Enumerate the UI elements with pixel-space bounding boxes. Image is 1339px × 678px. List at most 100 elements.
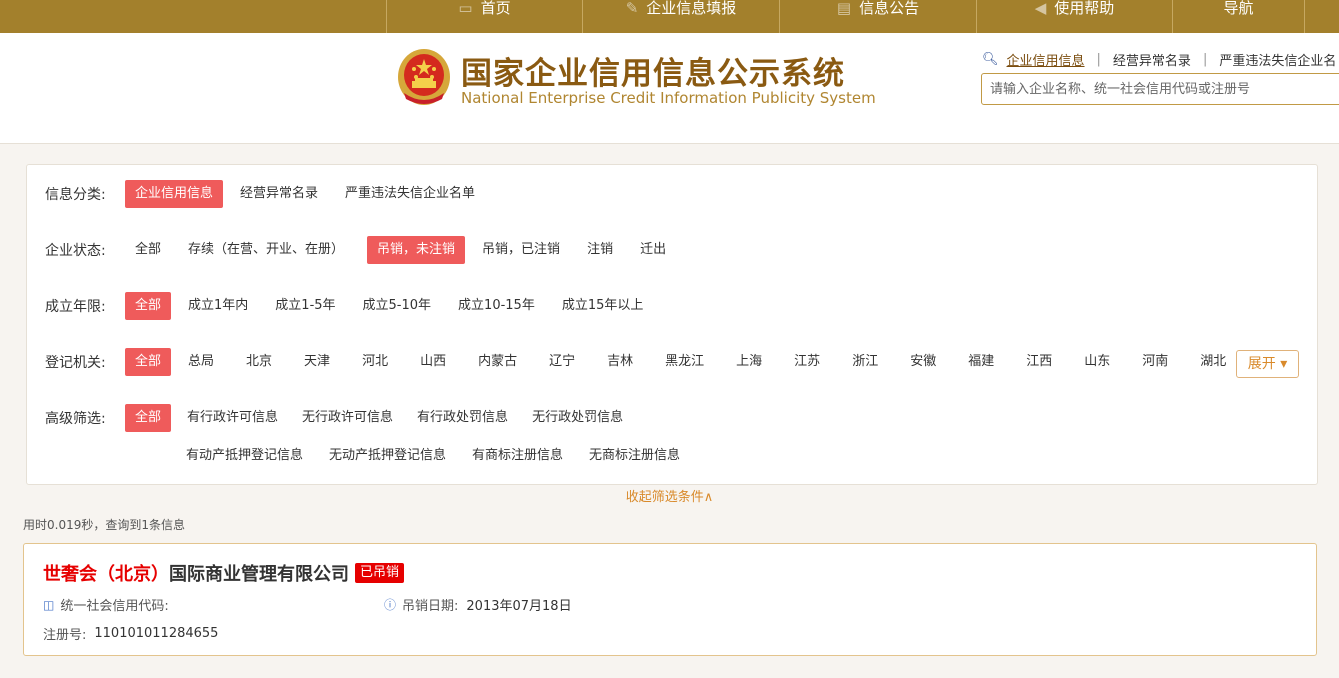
pen-icon: ✎	[625, 0, 639, 17]
site-title: 国家企业信用信息公示系统	[461, 56, 845, 92]
filter-label: 信息分类:	[45, 187, 106, 203]
filter-option[interactable]: 黑龙江	[655, 348, 714, 376]
filter-option[interactable]: 安徽	[900, 348, 946, 376]
nav-item-label: 首页	[480, 0, 511, 17]
nav-item-report[interactable]: ✎ 企业信息填报	[583, 0, 779, 33]
collapse-filters-link[interactable]: 收起筛选条件∧	[0, 486, 1339, 505]
nav-item-label: 信息公告	[859, 0, 920, 17]
filter-option[interactable]: 吊销，已注销	[472, 236, 570, 264]
search-type-blacklist[interactable]: 严重违法失信企业名	[1219, 50, 1336, 69]
filter-row-category: 信息分类: 企业信用信息 经营异常名录 严重违法失信企业名单	[45, 180, 492, 208]
reg-no-label: 注册号:	[43, 628, 87, 643]
nav-divider	[1304, 0, 1305, 33]
nav-item-help[interactable]: ◀ 使用帮助	[977, 0, 1172, 33]
filter-option[interactable]: 全部	[125, 236, 171, 264]
document-icon: ▤	[836, 0, 852, 17]
nav-item-home[interactable]: ▭ 首页	[387, 0, 582, 33]
company-name-highlight: 世奢会（北京）	[43, 564, 169, 585]
top-nav: ▭ 首页 ✎ 企业信息填报 ▤ 信息公告 ◀ 使用帮助 导航	[0, 0, 1339, 33]
filter-label: 企业状态:	[45, 243, 106, 259]
nav-item-notice[interactable]: ▤ 信息公告	[780, 0, 976, 33]
monitor-icon: ▭	[458, 0, 473, 17]
filter-option[interactable]: 成立1-5年	[265, 292, 345, 320]
revoke-date-field: ⓘ 吊销日期: 2013年07月18日	[384, 595, 572, 614]
filter-option[interactable]: 吉林	[597, 348, 643, 376]
filter-option[interactable]: 福建	[958, 348, 1004, 376]
filter-option[interactable]: 有动产抵押登记信息	[176, 442, 313, 470]
company-name[interactable]: 世奢会（北京） 国际商业管理有限公司 已吊销	[43, 560, 405, 586]
result-card[interactable]: 世奢会（北京） 国际商业管理有限公司 已吊销 ◫ 统一社会信用代码: ⓘ 吊销日…	[23, 543, 1317, 656]
filter-option[interactable]: 全部	[125, 404, 172, 432]
filter-option[interactable]: 无动产抵押登记信息	[319, 442, 456, 470]
filter-option[interactable]: 成立15年以上	[552, 292, 654, 320]
speaker-icon: ◀	[1034, 0, 1047, 17]
filter-option[interactable]: 上海	[726, 348, 772, 376]
search-type-abnormal[interactable]: 经营异常名录	[1113, 50, 1191, 69]
filter-label: 高级筛选:	[45, 411, 106, 427]
search-input[interactable]	[981, 73, 1339, 105]
reg-no-value: 110101011284655	[94, 626, 219, 641]
filter-row-advanced-2: 有动产抵押登记信息 无动产抵押登记信息 有商标注册信息 无商标注册信息	[176, 442, 697, 470]
filter-label: 成立年限:	[45, 299, 106, 315]
filter-option[interactable]: 全部	[125, 348, 172, 376]
filter-option[interactable]: 河北	[352, 348, 398, 376]
filter-option[interactable]: 存续（在营、开业、在册）	[178, 236, 354, 264]
filter-option[interactable]: 山东	[1074, 348, 1120, 376]
credit-code-label: 统一社会信用代码:	[60, 599, 169, 614]
national-emblem-icon	[398, 49, 450, 105]
filter-option[interactable]: 经营异常名录	[230, 180, 328, 208]
link-separator: |	[1096, 52, 1101, 67]
filter-option[interactable]: 内蒙古	[468, 348, 527, 376]
filter-option[interactable]: 成立1年内	[178, 292, 258, 320]
filter-option[interactable]: 无行政处罚信息	[522, 404, 633, 432]
filter-label: 登记机关:	[45, 355, 106, 371]
filter-option[interactable]: 江西	[1016, 348, 1062, 376]
filter-option[interactable]: 迁出	[630, 236, 676, 264]
site-header: 国家企业信用信息公示系统 National Enterprise Credit …	[0, 33, 1339, 144]
filter-option[interactable]: 江苏	[784, 348, 830, 376]
filter-option[interactable]: 总局	[178, 348, 224, 376]
search-type-credit[interactable]: 企业信用信息	[1007, 50, 1085, 69]
revoke-date-label: 吊销日期:	[402, 599, 459, 614]
filter-option[interactable]: 山西	[410, 348, 456, 376]
filter-option[interactable]: 无商标注册信息	[579, 442, 690, 470]
filter-option[interactable]: 湖北	[1190, 348, 1236, 376]
filter-row-advanced: 高级筛选: 全部 有行政许可信息 无行政许可信息 有行政处罚信息 无行政处罚信息	[45, 404, 640, 432]
nav-item-label: 导航	[1223, 0, 1254, 17]
filter-option[interactable]: 北京	[236, 348, 282, 376]
filter-option[interactable]: 有行政处罚信息	[407, 404, 518, 432]
credit-code-field: ◫ 统一社会信用代码:	[43, 595, 169, 615]
filter-option[interactable]: 辽宁	[539, 348, 585, 376]
nav-item-label: 企业信息填报	[646, 0, 737, 17]
filter-option[interactable]: 河南	[1132, 348, 1178, 376]
filter-option[interactable]: 成立10-15年	[448, 292, 545, 320]
filter-option[interactable]: 有商标注册信息	[462, 442, 573, 470]
filter-option[interactable]: 无行政许可信息	[292, 404, 403, 432]
filter-option[interactable]: 严重违法失信企业名单	[335, 180, 485, 208]
filter-option[interactable]: 吊销，未注销	[367, 236, 466, 264]
nav-item-guide[interactable]: 导航	[1173, 0, 1304, 33]
filter-option[interactable]: 浙江	[842, 348, 888, 376]
filter-row-years: 成立年限: 全部 成立1年内 成立1-5年 成立5-10年 成立10-15年 成…	[45, 292, 660, 320]
reg-no-field: 注册号: 110101011284655	[43, 624, 218, 643]
result-stat: 用时0.019秒，查询到1条信息	[23, 518, 185, 532]
filter-row-status: 企业状态: 全部 存续（在营、开业、在册） 吊销，未注销 吊销，已注销 注销 迁…	[45, 236, 683, 264]
filter-panel: 信息分类: 企业信用信息 经营异常名录 严重违法失信企业名单 企业状态: 全部 …	[26, 164, 1318, 485]
filter-row-authority: 登记机关: 全部 总局 北京 天津 河北 山西 内蒙古 辽宁 吉林 黑龙江 上海…	[45, 348, 1243, 376]
book-icon: ◫	[43, 597, 55, 612]
company-name-rest: 国际商业管理有限公司	[169, 564, 349, 585]
filter-option[interactable]: 有行政许可信息	[177, 404, 288, 432]
filter-option[interactable]: 注销	[577, 236, 623, 264]
nav-item-label: 使用帮助	[1054, 0, 1115, 17]
filter-option[interactable]: 天津	[294, 348, 340, 376]
search-icon: 🔍︎	[982, 52, 999, 67]
link-separator: |	[1202, 52, 1208, 67]
filter-option[interactable]: 全部	[125, 292, 172, 320]
status-badge: 已吊销	[355, 563, 405, 583]
filter-option[interactable]: 企业信用信息	[125, 180, 224, 208]
expand-button[interactable]: 展开 ▾	[1236, 350, 1299, 378]
site-subtitle: National Enterprise Credit Information P…	[461, 89, 876, 107]
info-icon: ⓘ	[384, 598, 397, 612]
search-type-links: 🔍︎ 企业信用信息 | 经营异常名录 | 严重违法失信企业名	[982, 50, 1336, 69]
filter-option[interactable]: 成立5-10年	[353, 292, 442, 320]
